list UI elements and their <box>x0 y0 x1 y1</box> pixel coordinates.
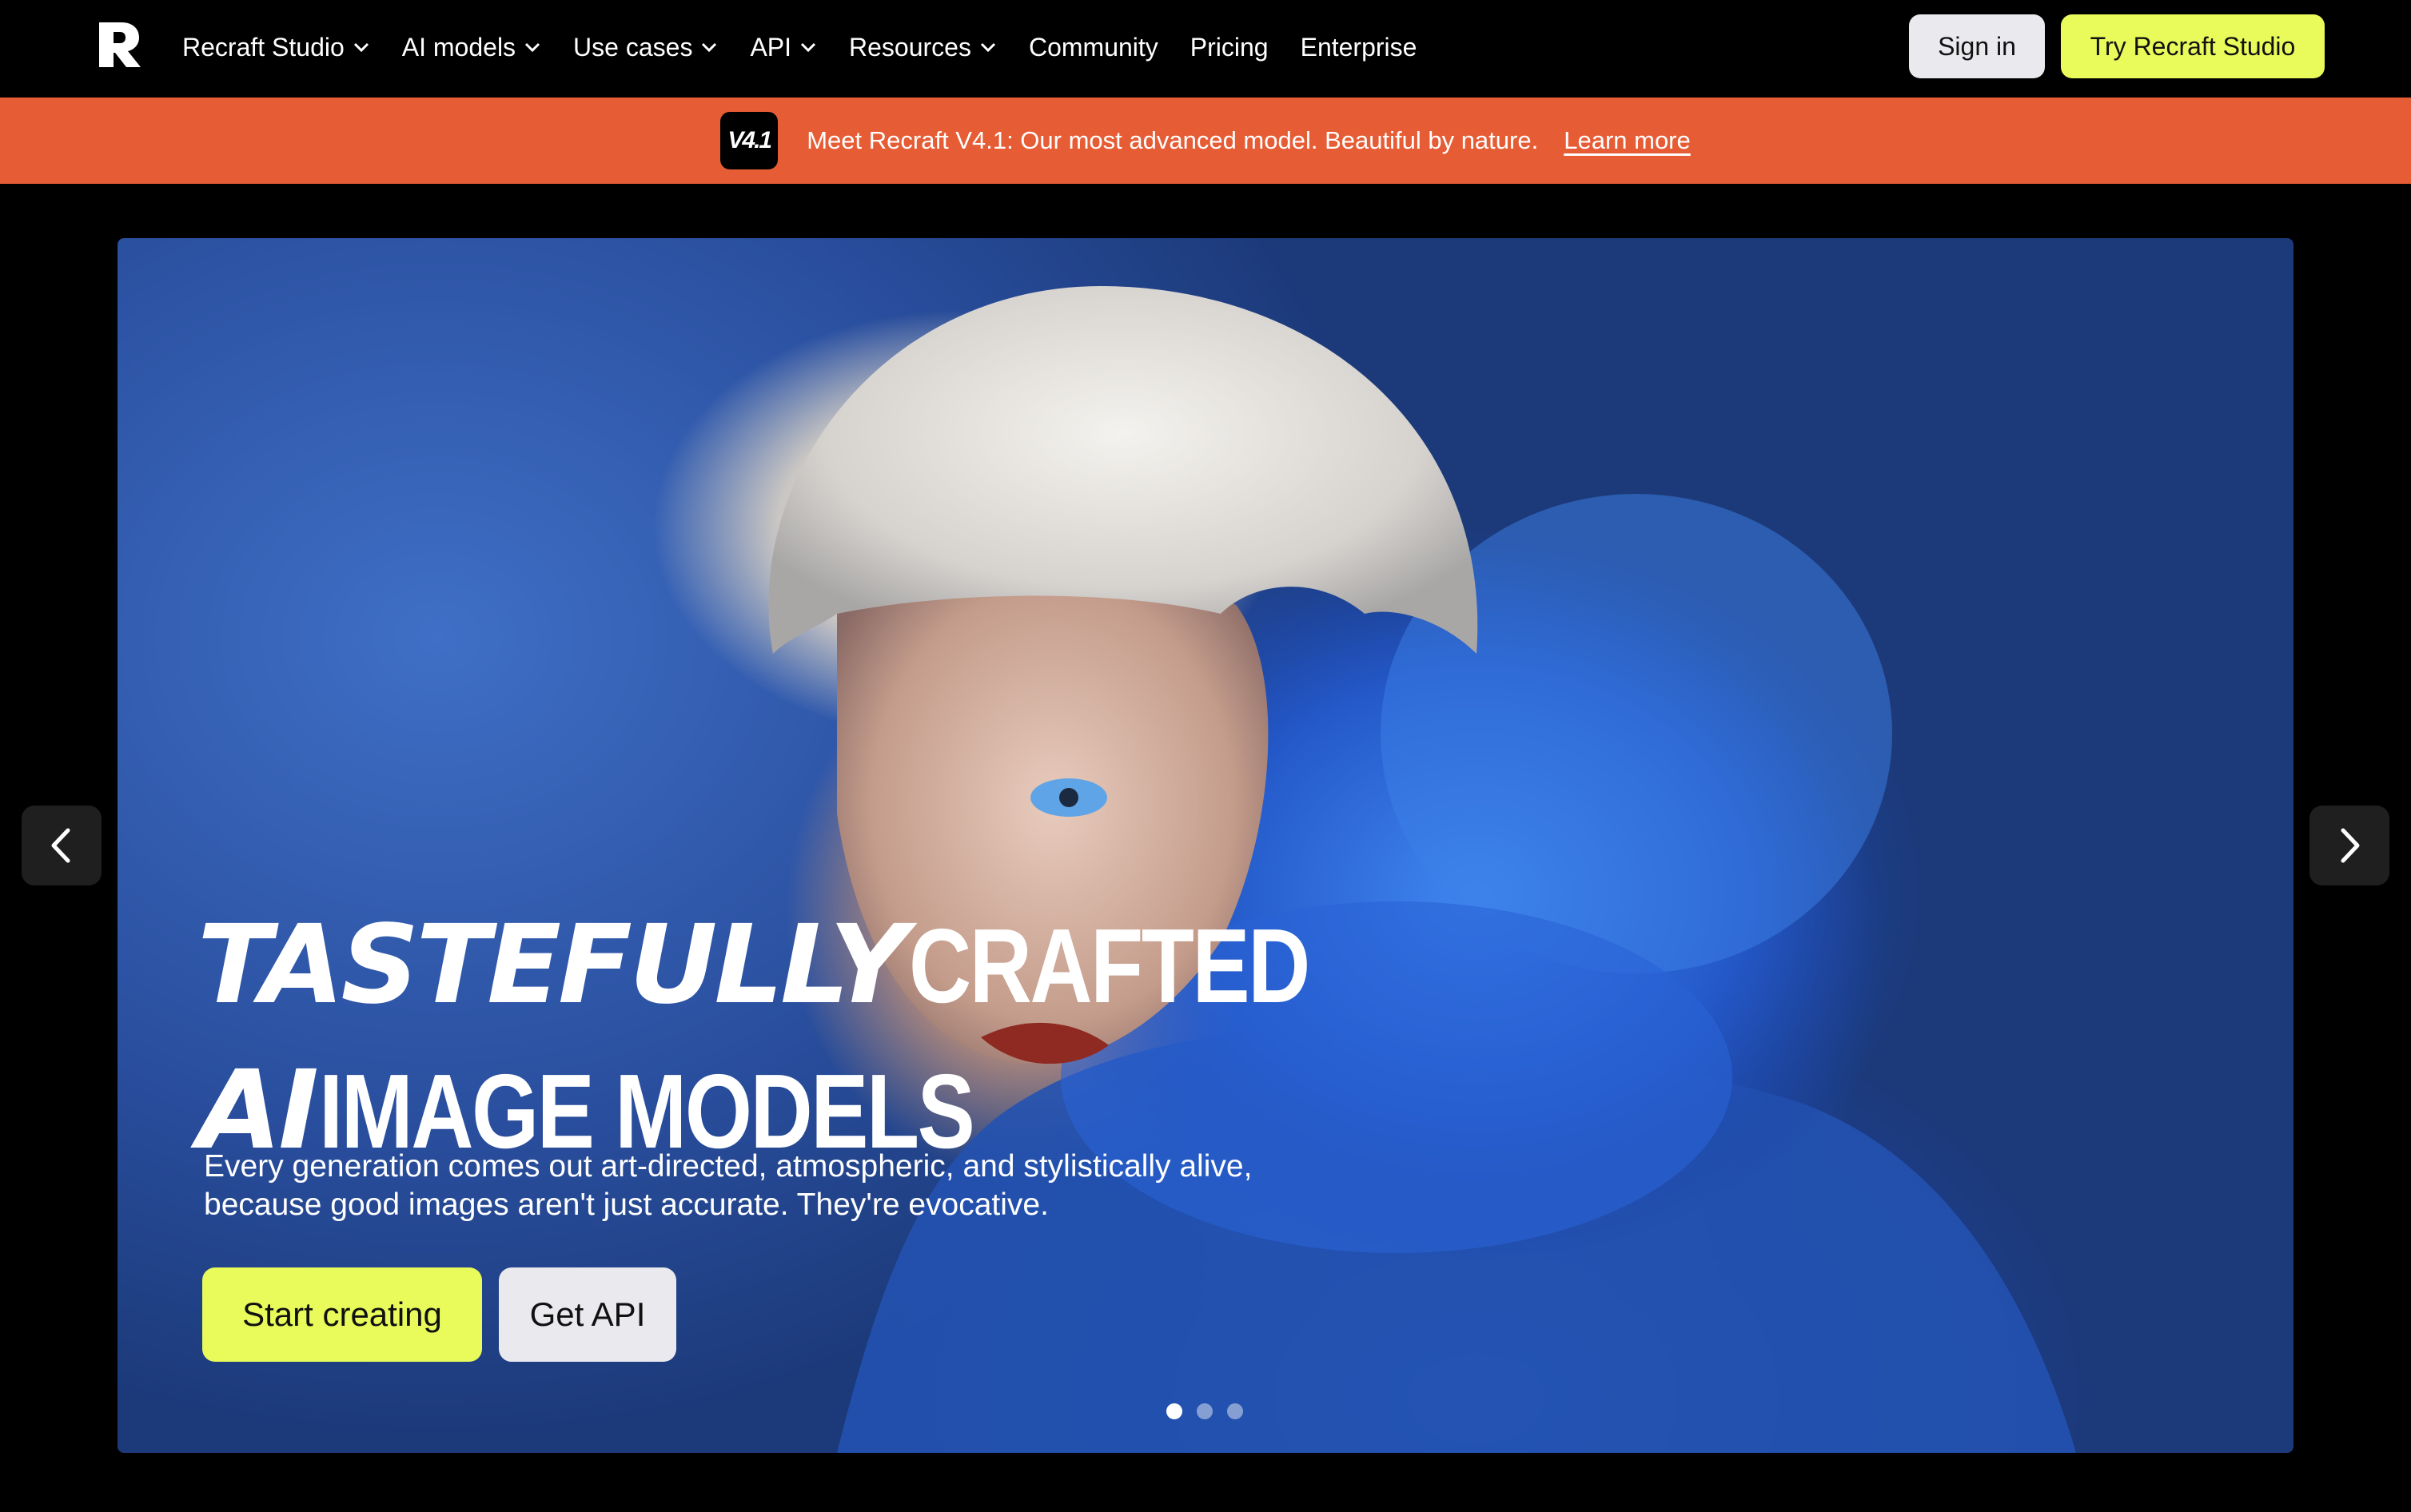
chevron-left-icon <box>51 828 70 863</box>
nav-item-label: API <box>750 32 792 62</box>
nav-item-label: Enterprise <box>1300 32 1417 62</box>
carousel-dot-1[interactable] <box>1166 1403 1182 1419</box>
nav-item-enterprise[interactable]: Enterprise <box>1301 33 1417 62</box>
banner-text: Meet Recraft V4.1: Our most advanced mod… <box>807 126 1539 154</box>
chevron-right-icon <box>2341 828 2360 863</box>
sign-in-button[interactable]: Sign in <box>1909 14 2045 78</box>
carousel-prev-button[interactable] <box>22 806 102 885</box>
nav-item-label: Pricing <box>1190 32 1269 62</box>
nav-item-label: Use cases <box>573 32 693 62</box>
chevron-down-icon <box>353 42 369 53</box>
hero-carousel-slide: TASTEFULLY CRAFTED AI IMAGE MODELS Every… <box>118 238 2293 1453</box>
chevron-down-icon <box>800 42 816 53</box>
announcement-banner: V4.1 Meet Recraft V4.1: Our most advance… <box>0 97 2411 184</box>
hero-heading-line-1: TASTEFULLY CRAFTED <box>197 909 1396 1055</box>
carousel-next-button[interactable] <box>2309 806 2389 885</box>
nav-item-label: Resources <box>849 32 971 62</box>
nav-item-label: AI models <box>401 32 516 62</box>
hero-heading-word: CRAFTED <box>908 907 1310 1025</box>
nav-item-ai-models[interactable]: AI models <box>402 33 541 62</box>
nav-item-community[interactable]: Community <box>1029 33 1158 62</box>
carousel-dots <box>1166 1403 1243 1419</box>
nav-item-resources[interactable]: Resources <box>849 33 997 62</box>
top-nav: Recraft Studio AI models Use cases API R… <box>0 0 2411 97</box>
start-creating-button[interactable]: Start creating <box>202 1267 482 1362</box>
chevron-down-icon <box>524 42 540 53</box>
carousel-dot-2[interactable] <box>1197 1403 1213 1419</box>
chevron-down-icon <box>980 42 996 53</box>
version-badge: V4.1 <box>720 112 779 169</box>
hero-subtitle: Every generation comes out art-directed,… <box>204 1149 1253 1222</box>
chevron-down-icon <box>702 42 717 53</box>
try-recraft-studio-button[interactable]: Try Recraft Studio <box>2061 14 2325 78</box>
nav-item-pricing[interactable]: Pricing <box>1190 33 1269 62</box>
nav-item-use-cases[interactable]: Use cases <box>573 33 718 62</box>
nav-item-label: Community <box>1028 32 1158 62</box>
nav-item-api[interactable]: API <box>750 33 817 62</box>
hero-heading-italic-word: TASTEFULLY <box>197 902 908 1029</box>
nav-item-recraft-studio[interactable]: Recraft Studio <box>182 33 370 62</box>
nav-item-label: Recraft Studio <box>182 32 345 62</box>
carousel-dot-3[interactable] <box>1227 1403 1243 1419</box>
recraft-logo-icon[interactable] <box>94 19 144 70</box>
learn-more-link[interactable]: Learn more <box>1564 126 1691 155</box>
nav-links: Recraft Studio AI models Use cases API R… <box>182 0 1449 94</box>
get-api-button[interactable]: Get API <box>499 1267 676 1362</box>
